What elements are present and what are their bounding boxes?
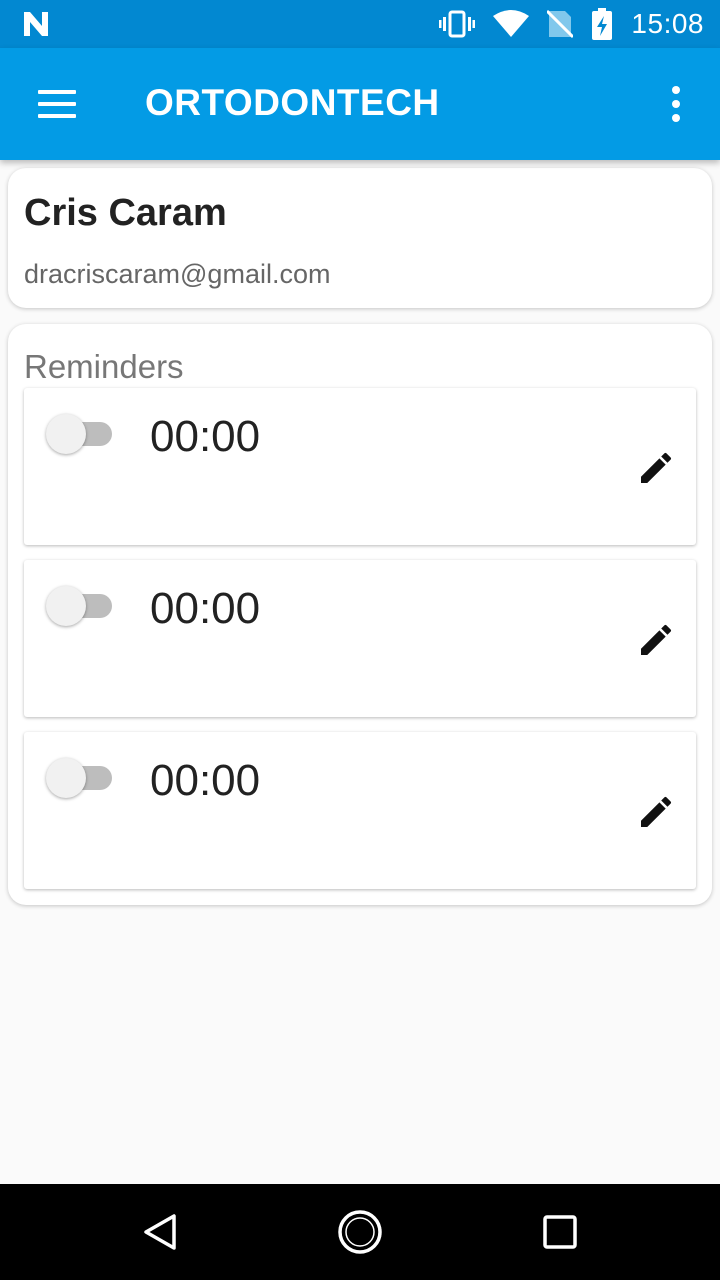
recents-icon[interactable] xyxy=(536,1208,584,1256)
back-icon[interactable] xyxy=(136,1208,184,1256)
app-bar: ORTODONTECH xyxy=(0,48,720,160)
reminder-item: 00:00 xyxy=(24,732,696,889)
app-title: ORTODONTECH xyxy=(145,82,440,123)
no-sim-icon xyxy=(547,9,574,39)
reminder-toggle[interactable] xyxy=(46,756,112,798)
status-clock: 15:08 xyxy=(631,8,704,39)
profile-card: Cris Caram dracriscaram@gmail.com xyxy=(8,168,712,308)
profile-name: Cris Caram xyxy=(24,192,227,234)
edit-icon[interactable] xyxy=(632,616,680,664)
reminder-item: 00:00 xyxy=(24,560,696,717)
reminder-time: 00:00 xyxy=(150,412,261,461)
reminder-item: 00:00 xyxy=(24,388,696,545)
reminder-time: 00:00 xyxy=(150,756,261,805)
hamburger-menu-icon[interactable] xyxy=(24,80,88,128)
more-vert-icon[interactable] xyxy=(656,80,696,128)
reminder-toggle[interactable] xyxy=(46,584,112,626)
home-icon[interactable] xyxy=(336,1208,384,1256)
status-icons: 15:08 xyxy=(439,0,704,48)
edit-icon[interactable] xyxy=(632,444,680,492)
profile-email: dracriscaram@gmail.com xyxy=(24,259,331,289)
n-logo-icon xyxy=(24,12,48,36)
system-nav-bar xyxy=(0,1184,720,1280)
vibrate-icon xyxy=(439,10,476,38)
wifi-icon xyxy=(493,10,530,37)
battery-charging-icon xyxy=(592,8,613,40)
edit-icon[interactable] xyxy=(632,788,680,836)
status-bar: 15:08 xyxy=(0,0,720,48)
reminder-toggle[interactable] xyxy=(46,412,112,454)
reminders-card: Reminders 00:00 00:00 00:00 xyxy=(8,324,712,905)
reminders-section-title: Reminders xyxy=(24,348,184,385)
reminder-time: 00:00 xyxy=(150,584,261,633)
